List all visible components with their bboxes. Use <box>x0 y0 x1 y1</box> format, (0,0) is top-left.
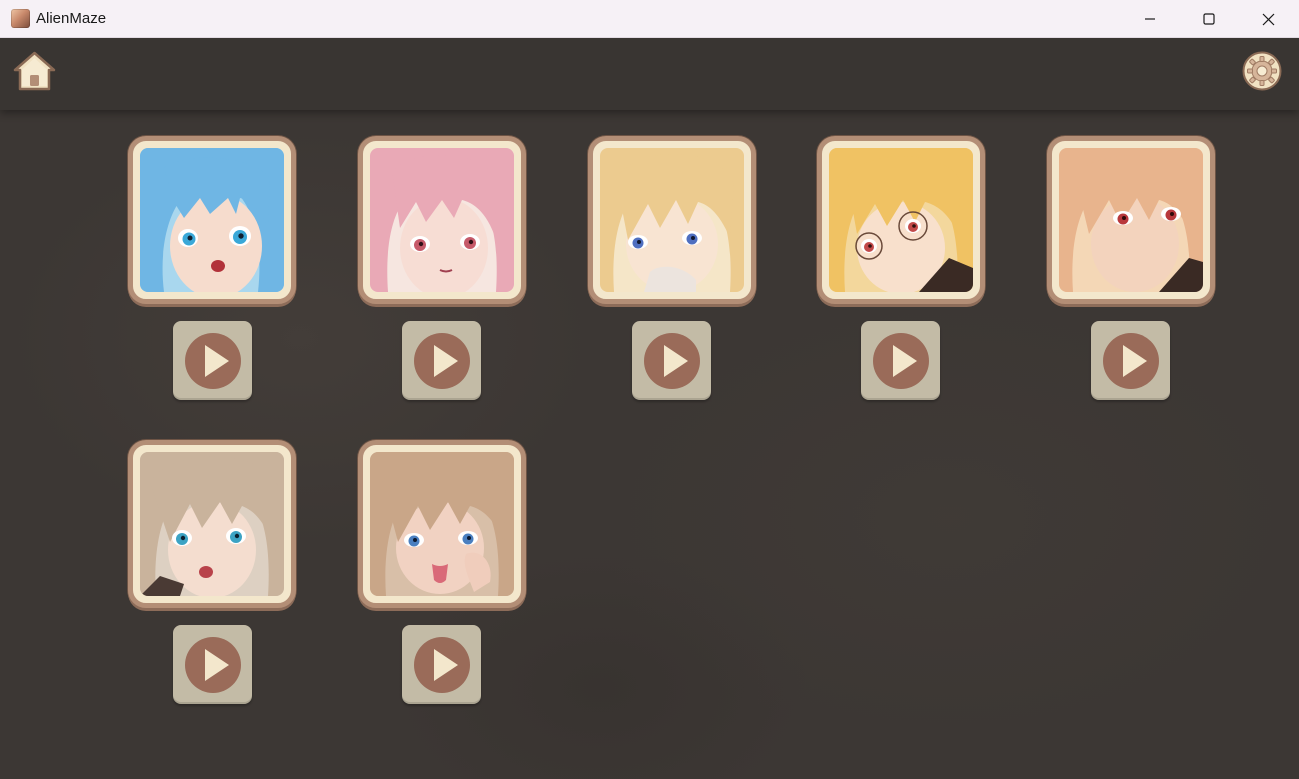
portrait-frame <box>817 136 985 304</box>
home-button[interactable] <box>13 51 56 92</box>
character-card[interactable] <box>128 136 296 304</box>
window-title: AlienMaze <box>36 10 107 27</box>
game-topbar <box>0 38 1299 110</box>
character-card[interactable] <box>128 440 296 608</box>
portrait-frame <box>358 136 526 304</box>
close-button[interactable] <box>1239 0 1297 38</box>
settings-button[interactable] <box>1242 51 1282 91</box>
play-icon <box>643 332 700 389</box>
play-button[interactable] <box>632 321 711 400</box>
play-icon <box>184 332 241 389</box>
blonde-glasses-girl-portrait[interactable] <box>829 148 973 292</box>
character-card[interactable] <box>817 136 985 304</box>
play-button[interactable] <box>402 625 481 704</box>
app-icon <box>11 9 30 28</box>
play-icon <box>413 636 470 693</box>
close-icon <box>1262 13 1274 25</box>
play-button[interactable] <box>1091 321 1170 400</box>
minimize-button[interactable] <box>1121 0 1179 38</box>
play-button[interactable] <box>173 625 252 704</box>
pink-haired-girl-portrait[interactable] <box>370 148 514 292</box>
portrait-frame <box>1047 136 1215 304</box>
game-area <box>0 38 1299 779</box>
light-brown-haired-girl-portrait[interactable] <box>370 452 514 596</box>
character-card[interactable] <box>588 136 756 304</box>
ash-blonde-girl-portrait[interactable] <box>140 452 284 596</box>
portrait-frame <box>128 136 296 304</box>
character-card[interactable] <box>1047 136 1215 304</box>
play-icon <box>413 332 470 389</box>
character-card[interactable] <box>358 136 526 304</box>
portrait-frame <box>128 440 296 608</box>
play-icon <box>872 332 929 389</box>
play-button[interactable] <box>173 321 252 400</box>
maximize-icon <box>1203 13 1215 25</box>
home-icon <box>13 51 56 91</box>
blue-haired-girl-portrait[interactable] <box>140 148 284 292</box>
blonde-girl-portrait[interactable] <box>600 148 744 292</box>
character-card[interactable] <box>358 440 526 608</box>
maximize-button[interactable] <box>1180 0 1238 38</box>
minimize-icon <box>1145 18 1155 20</box>
portrait-frame <box>358 440 526 608</box>
play-button[interactable] <box>402 321 481 400</box>
play-icon <box>1102 332 1159 389</box>
strawberry-blonde-girl-portrait[interactable] <box>1059 148 1203 292</box>
portrait-frame <box>588 136 756 304</box>
play-button[interactable] <box>861 321 940 400</box>
gear-icon <box>1242 51 1282 91</box>
window-titlebar[interactable]: AlienMaze <box>0 0 1299 38</box>
play-icon <box>184 636 241 693</box>
